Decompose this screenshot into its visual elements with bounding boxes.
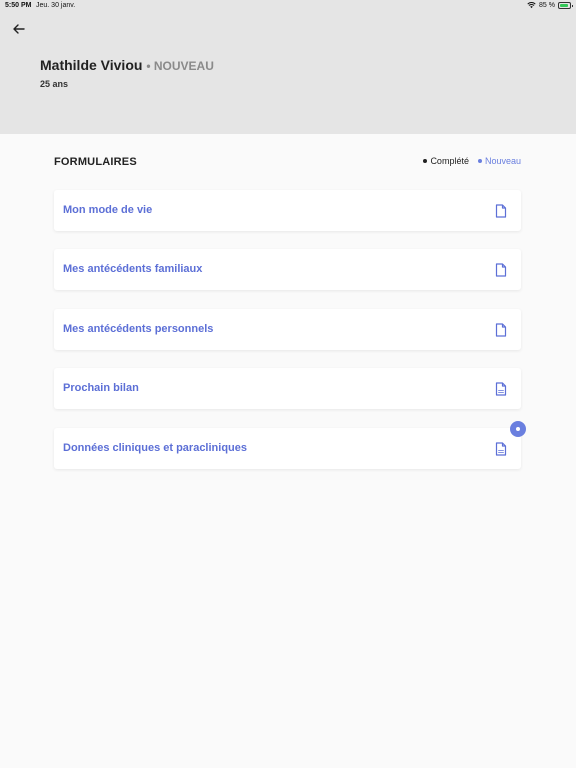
patient-status-badge: • NOUVEAU <box>146 59 214 73</box>
form-card-prochain-bilan[interactable]: Prochain bilan <box>54 368 521 409</box>
status-indicators: 85 % <box>527 1 573 9</box>
back-button[interactable] <box>10 20 28 38</box>
pdf-document-icon <box>495 442 507 456</box>
pdf-document-icon <box>495 382 507 396</box>
patient-name: Mathilde Viviou <box>40 57 143 73</box>
status-legend: Complété Nouveau <box>423 156 521 166</box>
form-card-antecedents-familiaux[interactable]: Mes antécédents familiaux <box>54 249 521 290</box>
document-icon <box>495 263 507 277</box>
patient-age: 25 ans <box>40 79 69 89</box>
document-icon <box>495 204 507 218</box>
arrow-left-icon <box>13 24 25 34</box>
legend-new-label: Nouveau <box>484 156 521 166</box>
new-form-badge <box>510 421 526 437</box>
form-card-mode-de-vie[interactable]: Mon mode de vie <box>54 190 521 231</box>
legend-complete: Complété <box>423 156 469 166</box>
patient-header: 5:50 PM Jeu. 30 janv. 85 % Mathilde Vivi… <box>0 0 576 134</box>
battery-percentage: 85 % <box>539 1 555 9</box>
form-label: Données cliniques et paracliniques <box>63 442 247 454</box>
badge-dot-icon <box>516 427 520 431</box>
wifi-icon <box>527 2 536 9</box>
form-card-donnees-cliniques[interactable]: Données cliniques et paracliniques <box>54 428 521 469</box>
legend-complete-label: Complété <box>430 156 469 166</box>
form-label: Prochain bilan <box>63 382 139 394</box>
status-time: 5:50 PM <box>5 2 32 9</box>
battery-icon <box>558 1 573 9</box>
status-date: Jeu. 30 janv. <box>36 2 76 9</box>
document-icon <box>495 323 507 337</box>
forms-section-title: FORMULAIRES <box>54 156 137 168</box>
legend-new: Nouveau <box>477 156 521 166</box>
form-label: Mes antécédents personnels <box>63 323 214 335</box>
form-label: Mes antécédents familiaux <box>63 263 203 275</box>
complete-dot-icon <box>423 159 428 163</box>
patient-name-row: Mathilde Viviou • NOUVEAU <box>40 57 214 73</box>
new-dot-icon <box>477 159 482 163</box>
form-label: Mon mode de vie <box>63 204 153 216</box>
status-bar: 5:50 PM Jeu. 30 janv. 85 % <box>0 0 576 12</box>
form-card-antecedents-personnels[interactable]: Mes antécédents personnels <box>54 309 521 350</box>
